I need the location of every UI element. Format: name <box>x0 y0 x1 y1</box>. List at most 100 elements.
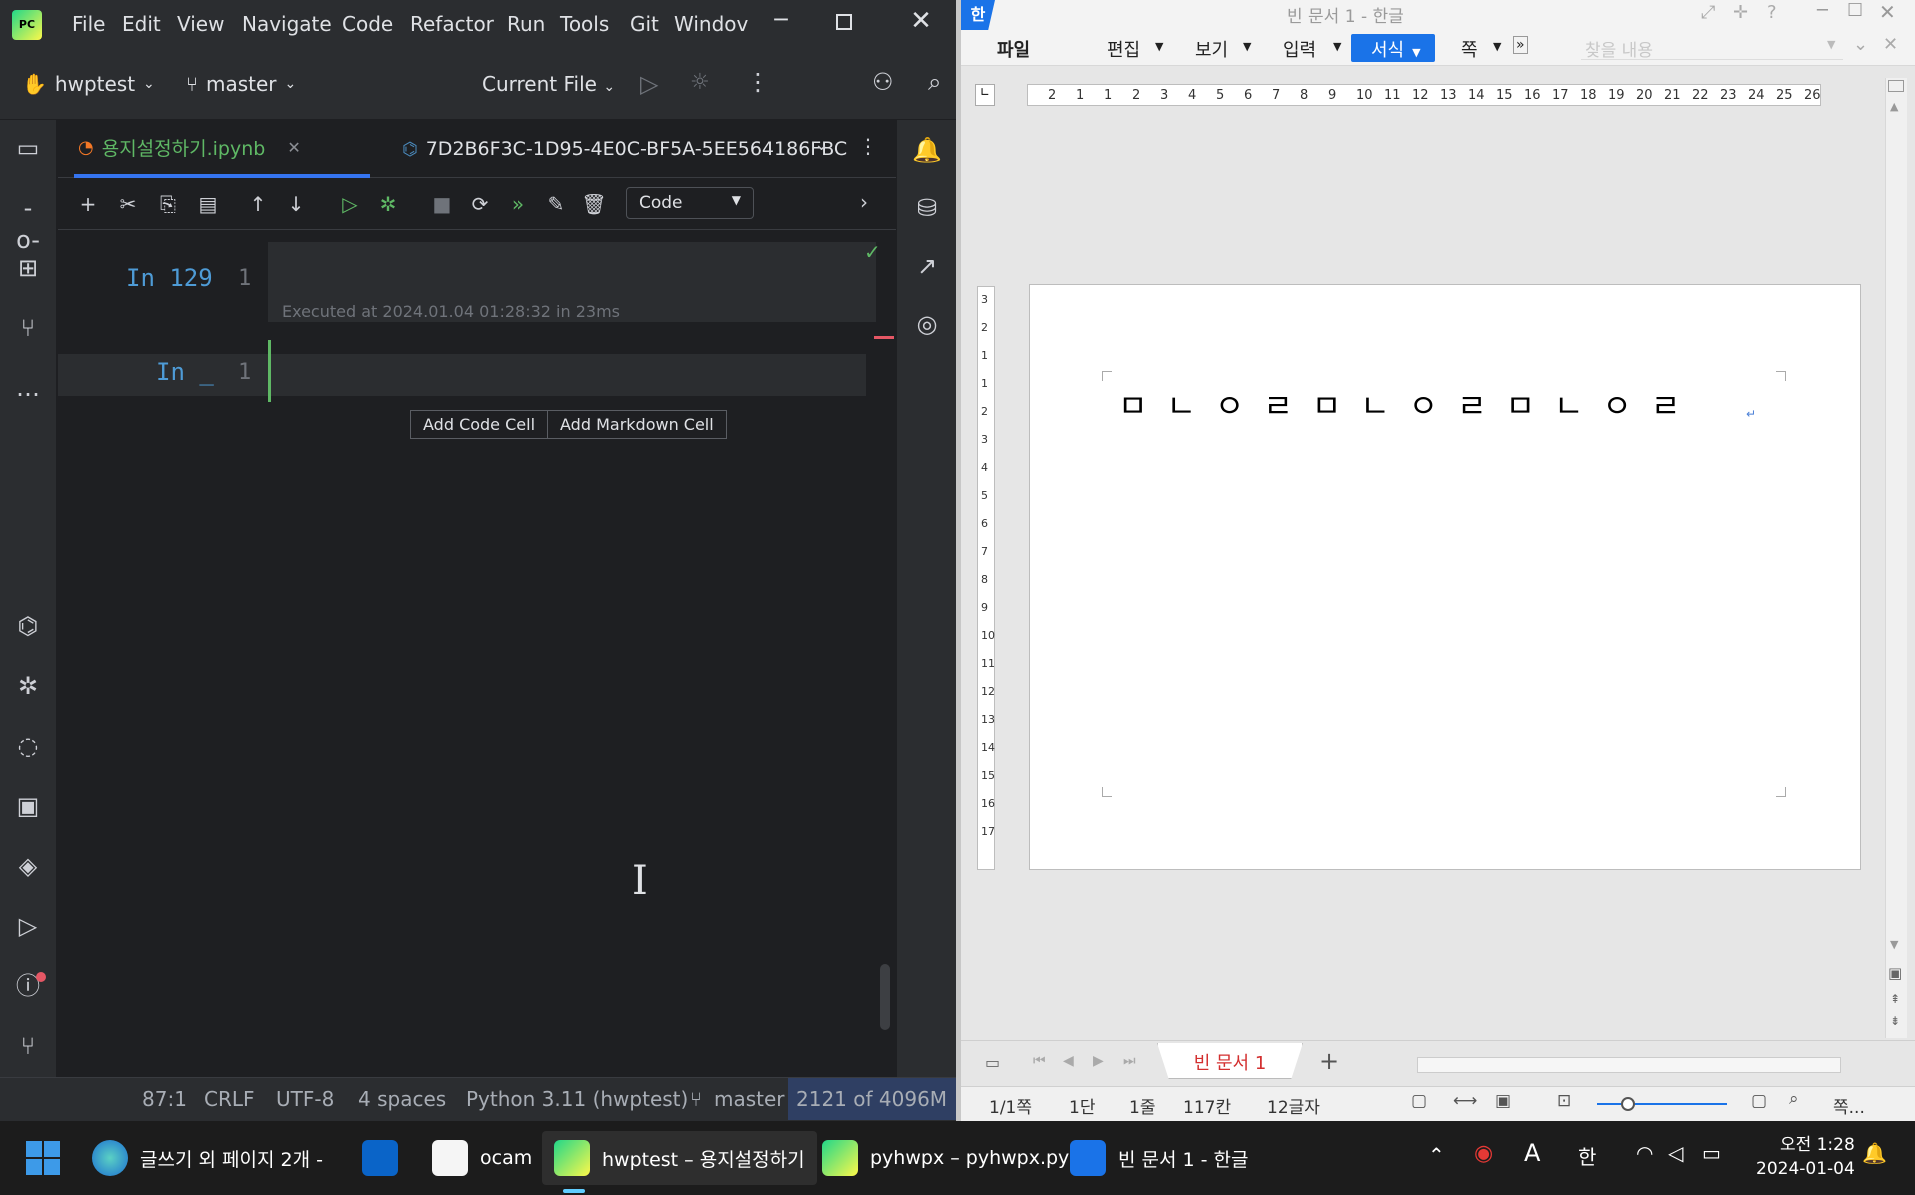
tab-type-button[interactable]: ∟ <box>975 84 995 106</box>
debug-icon[interactable]: ☼ <box>690 70 710 95</box>
close-tab-icon[interactable]: ✕ <box>287 138 300 157</box>
horizontal-ruler[interactable]: 2 1 1 2 3 4 5 6 7 8 9 10 11 12 13 14 15 16 17 18 19 20 21 22 23 2… <box>1027 84 1821 106</box>
move-down-icon[interactable]: ↓ <box>282 190 310 218</box>
next-page-icon[interactable]: ⇟ <box>1890 1014 1900 1028</box>
terminal-icon[interactable]: ▣ <box>12 790 44 822</box>
tabs-dropdown-icon[interactable]: ⌄ <box>814 134 829 155</box>
vertical-scrollbar[interactable] <box>880 964 890 1030</box>
prev-doc-icon[interactable]: ◀ <box>1063 1053 1074 1069</box>
add-user-icon[interactable]: ⚇ <box>872 68 894 96</box>
expand-menu-icon[interactable]: » <box>1513 36 1528 54</box>
hwp-vertical-scrollbar[interactable]: ▲ ▼ ▣ ⇞ ⇟ <box>1885 78 1907 1038</box>
zoom-level[interactable]: 쪽... <box>1833 1093 1865 1118</box>
taskbar-hwp[interactable]: 빈 문서 1 - 한글 <box>1070 1131 1249 1185</box>
zoom-fit-icon[interactable]: ⊡ <box>1557 1091 1571 1111</box>
notification-bell-icon[interactable]: 🔔 <box>1862 1141 1887 1165</box>
page-view-icon[interactable]: ▣ <box>1888 964 1902 982</box>
stop-icon[interactable]: ■ <box>428 190 456 218</box>
hwp-minimize-button[interactable]: ─ <box>1817 0 1828 21</box>
more-icon[interactable]: ⋮ <box>746 68 770 96</box>
menu-insert-hwp[interactable]: 입력 <box>1283 36 1316 62</box>
taskbar-outlook[interactable] <box>362 1131 410 1185</box>
close-ribbon-icon[interactable]: ✕ <box>1883 34 1898 55</box>
clock[interactable]: 오전 1:28 2024-01-04 <box>1756 1133 1855 1181</box>
tray-overflow-icon[interactable]: ⌃ <box>1428 1143 1445 1167</box>
move-up-icon[interactable]: ↑ <box>244 190 272 218</box>
cut-icon[interactable]: ✂ <box>114 190 142 218</box>
split-view-handle[interactable] <box>1888 80 1904 92</box>
normal-view-icon[interactable]: ▢ <box>1411 1091 1427 1111</box>
find-dropdown-icon[interactable]: ▼ <box>1827 38 1835 51</box>
menu-tools[interactable]: Tools <box>560 12 609 36</box>
help-icon[interactable]: ? <box>1767 2 1777 23</box>
menu-window[interactable]: Windov <box>674 12 748 36</box>
add-cell-icon[interactable]: + <box>74 190 102 218</box>
next-doc-icon[interactable]: ▶ <box>1093 1053 1104 1069</box>
maximize-button[interactable] <box>836 14 852 30</box>
git-icon[interactable]: ⑂ <box>12 1030 44 1062</box>
menu-refactor[interactable]: Refactor <box>410 12 494 36</box>
indent-setting[interactable]: 4 spaces <box>358 1087 446 1111</box>
menu-git[interactable]: Git <box>630 12 659 36</box>
prev-page-icon[interactable]: ⇞ <box>1890 992 1900 1006</box>
menu-code[interactable]: Code <box>342 12 393 36</box>
page-indicator[interactable]: 1/1쪽 <box>989 1093 1032 1118</box>
collapse-ribbon-icon[interactable]: ⌄ <box>1853 34 1868 55</box>
ai-assistant-icon[interactable]: ◎ <box>911 308 943 340</box>
wifi-icon[interactable]: ◠ <box>1636 1141 1653 1165</box>
split-icon[interactable]: ✛ <box>1733 2 1748 23</box>
jupyter-icon[interactable]: ◌ <box>12 730 44 762</box>
zoom-slider[interactable] <box>1597 1097 1727 1111</box>
status-branch[interactable]: master <box>714 1087 785 1111</box>
python-console-icon[interactable]: ⌬ <box>12 610 44 642</box>
zoom-page-icon[interactable]: ▢ <box>1751 1091 1767 1111</box>
project-folder-icon[interactable]: ▭ <box>12 132 44 164</box>
memory-indicator[interactable]: 2121 of 4096M <box>788 1078 956 1120</box>
run-config-select[interactable]: Current File ⌄ <box>482 72 615 96</box>
document-page[interactable]: ㅁㄴㅇㄹㅁㄴㅇㄹㅁㄴㅇㄹ ↵ <box>1029 284 1861 870</box>
delete-icon[interactable]: 🗑 <box>580 190 608 218</box>
last-doc-icon[interactable]: ⏭ <box>1123 1053 1136 1069</box>
battery-icon[interactable]: ▭ <box>1702 1141 1721 1165</box>
tab-python-file[interactable]: ⌬ 7D2B6F3C-1D95-4E0C-BF5A-5EE564186FBC <box>342 120 852 178</box>
tab-list-icon[interactable]: ▭ <box>985 1053 1000 1072</box>
cell-type-select[interactable]: Code ▼ <box>626 187 754 219</box>
volume-icon[interactable]: ◁ <box>1668 1141 1683 1165</box>
line-separator[interactable]: CRLF <box>204 1087 255 1111</box>
first-doc-icon[interactable]: ⏮ <box>1033 1053 1046 1069</box>
restart-kernel-icon[interactable]: ⟳ <box>466 190 494 218</box>
add-markdown-cell-button[interactable]: Add Markdown Cell <box>548 410 727 439</box>
ime-icon[interactable]: A <box>1524 1139 1540 1167</box>
caret-position[interactable]: 87:1 <box>142 1087 187 1111</box>
structure-icon[interactable]: ⊞ <box>12 252 44 284</box>
search-icon[interactable]: ⌕ <box>928 68 941 96</box>
taskbar-ocam[interactable]: ocam <box>432 1131 532 1185</box>
zoom-search-icon[interactable]: ⌕ <box>1789 1089 1799 1109</box>
scroll-down-icon[interactable]: ▼ <box>1890 938 1898 951</box>
full-view-icon[interactable]: ▣ <box>1495 1091 1511 1111</box>
minimize-button[interactable]: ─ <box>766 8 796 38</box>
tabs-more-icon[interactable]: ⋮ <box>858 134 878 158</box>
commit-icon[interactable]: -o- <box>12 192 44 254</box>
pull-requests-icon[interactable]: ⑂ <box>12 312 44 344</box>
taskbar-pycharm-pyhwpx[interactable]: pyhwpx – pyhwpx.py <box>822 1131 1069 1185</box>
menu-edit[interactable]: Edit <box>122 12 161 36</box>
document-tab[interactable]: 빈 문서 1 <box>1157 1043 1303 1079</box>
more-tools-icon[interactable]: … <box>12 372 44 404</box>
new-tab-icon[interactable]: + <box>1319 1047 1339 1075</box>
layers-icon[interactable]: ◈ <box>12 850 44 882</box>
database-icon[interactable]: ⛁ <box>911 192 943 224</box>
notifications-icon[interactable]: 🔔 <box>911 134 943 166</box>
start-icon[interactable] <box>26 1141 60 1175</box>
taskbar-edge[interactable]: 글쓰기 외 페이지 2개 - <box>92 1131 323 1185</box>
hwp-close-button[interactable]: ✕ <box>1879 0 1896 24</box>
hwp-horizontal-scrollbar[interactable] <box>1417 1057 1841 1073</box>
scroll-up-icon[interactable]: ▲ <box>1890 100 1898 113</box>
ocam-record-icon[interactable]: ◉ <box>1474 1141 1493 1166</box>
debug-tool-icon[interactable]: ✲ <box>12 670 44 702</box>
project-widget[interactable]: ✋ hwptest ⌄ <box>22 72 155 96</box>
run-all-icon[interactable]: » <box>504 190 532 218</box>
menu-file[interactable]: File <box>72 12 105 36</box>
fullscreen-icon[interactable]: ⤢ <box>1701 2 1715 23</box>
menu-page-hwp[interactable]: 쪽 <box>1461 36 1478 62</box>
